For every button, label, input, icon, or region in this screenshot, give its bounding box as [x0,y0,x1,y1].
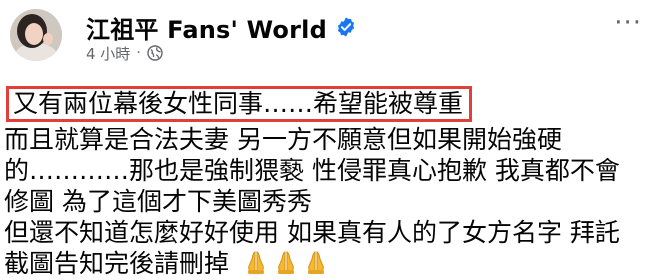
post-body: 又有兩位幕後女性同事……希望能被尊重 而且就算是合法夫妻 另一方不願意但如果開始… [4,86,620,279]
avatar-image [10,9,62,61]
post-line: 而且就算是合法夫妻 另一方不願意但如果開始強硬 [4,125,562,154]
folded-hands-emoji [247,251,264,274]
author-name[interactable]: 江祖平 Fans' World [86,10,327,45]
post-line: 截圖告知完後請刪掉 [4,249,230,278]
folded-hands-emoji [277,251,294,274]
author-avatar[interactable] [10,9,62,61]
folded-hands-emoji [307,251,324,274]
emoji-group [243,249,329,275]
globe-icon[interactable] [147,45,163,61]
post-line: 修圖 為了這個才下美圖秀秀 [4,187,312,216]
post-timestamp[interactable]: 4 小時 [86,43,130,64]
more-options-icon[interactable]: ··· [614,10,642,36]
highlighted-line: 又有兩位幕後女性同事……希望能被尊重 [6,86,473,122]
verified-badge-icon [337,17,355,37]
meta-separator: · [136,45,141,61]
post-line: 的…………那也是強制猥褻 性侵罪真心抱歉 我真都不會 [4,156,620,185]
post-line: 但還不知道怎麼好好使用 如果真有人的了女方名字 拜託 [4,218,620,247]
